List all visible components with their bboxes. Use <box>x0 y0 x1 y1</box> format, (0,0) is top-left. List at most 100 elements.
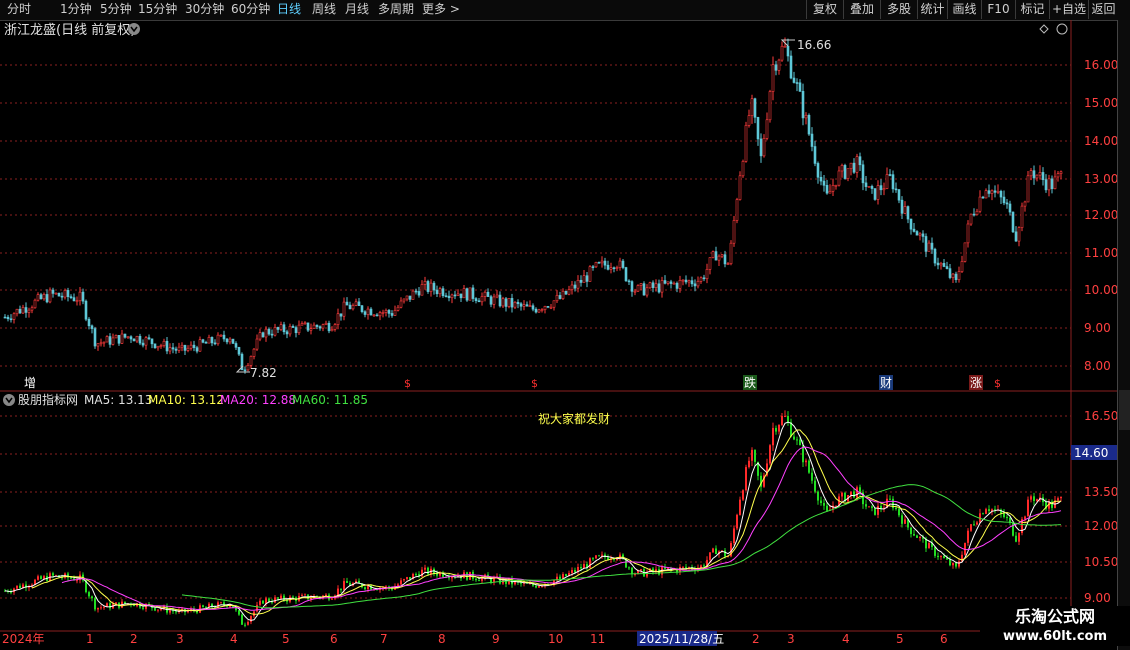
indicator-candle-body <box>52 573 54 576</box>
statistics-button[interactable]: 统计 <box>917 0 947 19</box>
period-tab-monthly[interactable]: 月线 <box>345 1 369 17</box>
indicator-candle-body <box>781 416 783 425</box>
candle-body <box>696 280 700 287</box>
candle-body <box>867 186 871 188</box>
more-periods-button[interactable]: 更多 > <box>422 1 460 17</box>
candle-body <box>588 266 592 282</box>
candle-body <box>990 190 994 194</box>
candle-body <box>12 313 16 320</box>
candle-body <box>801 91 805 119</box>
overlay-button[interactable]: 叠加 <box>843 0 880 19</box>
candle-body <box>804 114 808 119</box>
candle-body <box>462 288 466 299</box>
candle-body <box>78 291 82 302</box>
period-tab-multi[interactable]: 多周期 <box>378 1 414 17</box>
indicator-candle-body <box>742 490 744 500</box>
candle-body <box>1005 202 1009 205</box>
candle-body <box>915 231 919 236</box>
candle-body <box>807 114 811 135</box>
candle-body <box>18 308 22 314</box>
indicator-candle-body <box>754 449 756 462</box>
candle-body <box>186 347 190 351</box>
candle-body <box>393 310 397 316</box>
adjust-button[interactable]: 复权 <box>806 0 843 19</box>
stock-title: 浙江龙盛(日线 前复权) <box>4 22 135 38</box>
sidebar-tab-icon[interactable] <box>1119 390 1130 430</box>
candle-body <box>228 338 232 343</box>
indicator-candle-body <box>685 566 687 569</box>
ma10-line <box>31 429 1061 615</box>
back-button[interactable]: 返回 <box>1088 0 1118 19</box>
candle-body <box>222 334 226 340</box>
indicator-candle-body <box>913 534 915 536</box>
candle-body <box>492 296 496 305</box>
indicator-candle-body <box>703 565 705 567</box>
settings-circle-icon[interactable] <box>1056 23 1068 35</box>
candle-body <box>501 298 505 307</box>
candle-body <box>294 327 298 334</box>
candle-body <box>177 346 181 351</box>
candle-body <box>639 283 643 286</box>
candle-body <box>267 328 271 335</box>
period-tab-weekly[interactable]: 周线 <box>312 1 336 17</box>
candle-body <box>540 309 544 311</box>
diamond-icon[interactable] <box>1039 24 1049 34</box>
draw-line-button[interactable]: 画线 <box>947 0 981 19</box>
candle-body <box>675 282 679 289</box>
period-tab-fenshi[interactable]: 分时 <box>7 1 31 17</box>
time-label: 2024年 <box>2 632 45 646</box>
candle-body <box>684 279 688 283</box>
title-dropdown-icon[interactable] <box>128 23 140 35</box>
indicator-candle-body <box>865 504 867 507</box>
indicator-dropdown-icon[interactable] <box>3 394 15 406</box>
candle-body <box>657 283 661 293</box>
candle-body <box>504 298 508 307</box>
candle-body <box>111 337 115 345</box>
candle-body <box>441 288 445 296</box>
candle-body <box>579 279 583 283</box>
candle-body <box>723 254 727 265</box>
candle-body <box>36 294 40 301</box>
indicator-candle-body <box>1015 535 1017 542</box>
candle-body <box>213 342 217 345</box>
kline-chart[interactable]: 浙江龙盛(日线 前复权) 16.66 7.82 16.00 15.00 14.0… <box>0 20 1117 650</box>
period-tab-15min[interactable]: 15分钟 <box>138 1 177 17</box>
candle-body <box>411 290 415 300</box>
time-label: 10 <box>548 632 563 646</box>
period-tab-30min[interactable]: 30分钟 <box>185 1 224 17</box>
candle-body <box>81 291 85 302</box>
indicator-candle-body <box>340 588 342 591</box>
candle-body <box>606 264 610 270</box>
event-marker[interactable]: $ <box>531 377 538 390</box>
event-marker[interactable]: 财 <box>880 376 892 390</box>
indicator-candle-body <box>937 555 939 558</box>
period-tab-5min[interactable]: 5分钟 <box>100 1 132 17</box>
indicator-candle-body <box>823 502 825 506</box>
event-marker[interactable]: 跌 <box>744 375 756 390</box>
right-sidebar[interactable] <box>1117 20 1130 650</box>
event-marker[interactable]: 增 <box>24 376 36 390</box>
candle-body <box>225 338 229 343</box>
indicator-candle-body <box>817 491 819 501</box>
candle-body <box>291 325 295 328</box>
f10-button[interactable]: F10 <box>981 0 1015 19</box>
candle-body <box>369 308 373 316</box>
candle-body <box>378 312 382 317</box>
indicator-candle-body <box>241 614 243 625</box>
period-tab-1min[interactable]: 1分钟 <box>60 1 92 17</box>
add-watchlist-button[interactable]: +自选 <box>1049 0 1088 19</box>
candle-body <box>924 236 928 252</box>
candle-body <box>912 228 916 232</box>
indicator-name[interactable]: 股朋指标网 <box>18 392 78 407</box>
event-marker[interactable]: $ <box>404 377 411 390</box>
period-tab-daily[interactable]: 日线 <box>277 1 301 17</box>
candle-body <box>486 291 490 297</box>
event-marker[interactable]: 涨 <box>970 375 982 390</box>
period-tab-60min[interactable]: 60分钟 <box>231 1 270 17</box>
candle-body <box>285 331 289 335</box>
candle-body <box>618 260 622 268</box>
mark-button[interactable]: 标记 <box>1015 0 1049 19</box>
event-marker[interactable]: $ <box>994 377 1001 390</box>
multi-stock-button[interactable]: 多股 <box>880 0 917 19</box>
candle-body <box>237 347 241 355</box>
